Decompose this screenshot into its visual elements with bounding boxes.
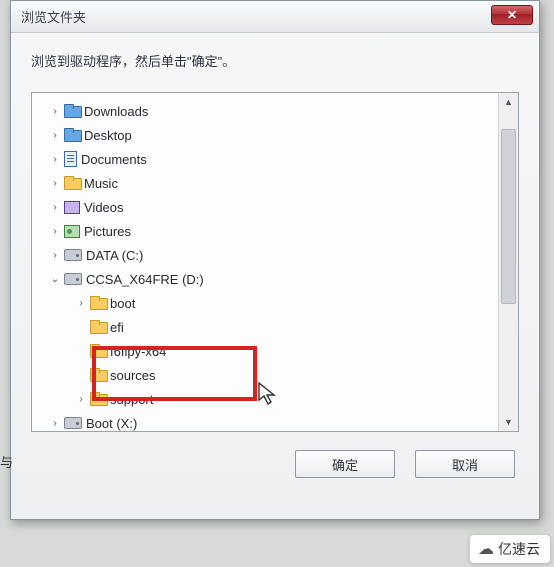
tree-item-label: CCSA_X64FRE (D:)	[86, 272, 204, 287]
scroll-track[interactable]	[499, 111, 518, 413]
tree-item[interactable]: sources	[38, 363, 496, 387]
tree-item[interactable]: › Downloads	[38, 99, 496, 123]
tree-item[interactable]: › Music	[38, 171, 496, 195]
expand-toggle-icon[interactable]: ›	[48, 226, 62, 237]
tree-item[interactable]: › Videos	[38, 195, 496, 219]
watermark-badge: ☁ 亿速云	[470, 535, 550, 563]
folder-icon	[90, 344, 106, 358]
background-text-fragment: 与	[0, 452, 10, 471]
dialog-button-row: 确定 取消	[31, 450, 519, 478]
tree-item-label: Music	[84, 176, 118, 191]
drive-icon	[64, 273, 82, 285]
scroll-down-button[interactable]: ▼	[499, 413, 518, 431]
close-icon: ✕	[507, 8, 517, 22]
ok-button[interactable]: 确定	[295, 450, 395, 478]
tree-item-label: efi	[110, 320, 124, 335]
tree-item-label: Boot (X:)	[86, 416, 137, 431]
tree-item-label: Desktop	[84, 128, 132, 143]
folder-icon	[90, 392, 106, 406]
doc-icon	[64, 151, 77, 167]
folder-tree[interactable]: › Downloads › Desktop › Documents › Music › Video…	[32, 93, 498, 431]
folder-blue-icon	[64, 104, 80, 118]
folder-icon	[90, 368, 106, 382]
folder-tree-container: › Downloads › Desktop › Documents › Music › Video…	[31, 92, 519, 432]
expand-toggle-icon[interactable]: ›	[74, 394, 88, 405]
tree-item[interactable]: › Documents	[38, 147, 496, 171]
expand-toggle-icon[interactable]: ›	[48, 130, 62, 141]
tree-item[interactable]: › support	[38, 387, 496, 411]
tree-item-label: DATA (C:)	[86, 248, 143, 263]
folder-icon	[90, 320, 106, 334]
tree-item-label: Pictures	[84, 224, 131, 239]
pic-icon	[64, 225, 80, 238]
expand-toggle-icon[interactable]: ›	[48, 202, 62, 213]
cancel-button[interactable]: 取消	[415, 450, 515, 478]
tree-item-label: f6flpy-x64	[110, 344, 166, 359]
tree-item-label: Documents	[81, 152, 147, 167]
tree-item[interactable]: efi	[38, 315, 496, 339]
expand-toggle-icon[interactable]: ›	[48, 154, 62, 165]
tree-item[interactable]: › Boot (X:)	[38, 411, 496, 431]
expand-toggle-icon[interactable]: ›	[48, 418, 62, 429]
tree-item[interactable]: › boot	[38, 291, 496, 315]
expand-toggle-icon[interactable]: ›	[48, 178, 62, 189]
tree-item[interactable]: › Desktop	[38, 123, 496, 147]
close-button[interactable]: ✕	[491, 5, 533, 25]
dialog-body: 浏览到驱动程序，然后单击"确定"。 › Downloads › Desktop › Doc…	[11, 33, 539, 492]
scroll-up-button[interactable]: ▲	[499, 93, 518, 111]
tree-item-label: sources	[110, 368, 156, 383]
folder-blue-icon	[64, 128, 80, 142]
tree-item-label: support	[110, 392, 153, 407]
instruction-text: 浏览到驱动程序，然后单击"确定"。	[31, 51, 519, 70]
tree-item[interactable]: f6flpy-x64	[38, 339, 496, 363]
tree-item[interactable]: › Pictures	[38, 219, 496, 243]
browse-folder-dialog: 浏览文件夹 ✕ 浏览到驱动程序，然后单击"确定"。 › Downloads › Des…	[10, 0, 540, 520]
tree-item-label: Videos	[84, 200, 124, 215]
tree-item[interactable]: ⌄ CCSA_X64FRE (D:)	[38, 267, 496, 291]
folder-icon	[90, 296, 106, 310]
drive-icon	[64, 417, 82, 429]
expand-toggle-icon[interactable]: ⌄	[48, 274, 62, 285]
expand-toggle-icon[interactable]: ›	[74, 298, 88, 309]
vid-icon	[64, 201, 80, 214]
dialog-titlebar[interactable]: 浏览文件夹 ✕	[11, 1, 539, 33]
expand-toggle-icon[interactable]: ›	[48, 106, 62, 117]
dialog-title: 浏览文件夹	[21, 7, 86, 26]
tree-item-label: boot	[110, 296, 135, 311]
tree-item-label: Downloads	[84, 104, 148, 119]
drive-icon	[64, 249, 82, 261]
vertical-scrollbar[interactable]: ▲ ▼	[498, 93, 518, 431]
scroll-thumb[interactable]	[501, 129, 516, 304]
cloud-icon: ☁	[478, 539, 494, 559]
folder-icon	[64, 176, 80, 190]
expand-toggle-icon[interactable]: ›	[48, 250, 62, 261]
tree-item[interactable]: › DATA (C:)	[38, 243, 496, 267]
watermark-text: 亿速云	[498, 539, 540, 559]
